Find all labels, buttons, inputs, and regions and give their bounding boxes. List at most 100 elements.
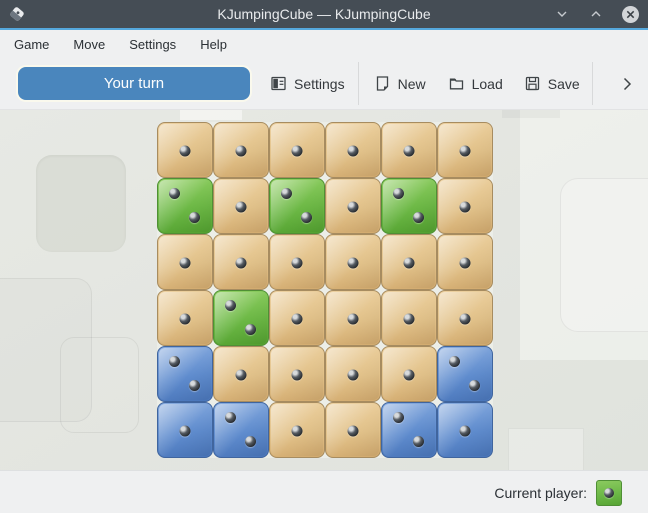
pip	[292, 258, 303, 269]
cube-r1c6[interactable]	[437, 122, 493, 178]
pip	[404, 370, 415, 381]
minimize-button[interactable]	[552, 4, 572, 24]
pip	[404, 258, 415, 269]
cube-r4c5[interactable]	[381, 290, 437, 346]
cube-r6c3[interactable]	[269, 402, 325, 458]
pip	[393, 188, 404, 199]
pip	[236, 202, 247, 213]
pip	[169, 356, 180, 367]
cube-r5c5[interactable]	[381, 346, 437, 402]
cube-r5c4[interactable]	[325, 346, 381, 402]
pip	[469, 380, 480, 391]
toolbar-new-button[interactable]: New	[374, 75, 426, 92]
menu-help[interactable]: Help	[200, 33, 227, 56]
cube-r1c5[interactable]	[381, 122, 437, 178]
toolbar-overflow-button[interactable]	[619, 76, 635, 92]
pip	[189, 380, 200, 391]
cube-r6c4[interactable]	[325, 402, 381, 458]
toolbar-settings-button[interactable]: Settings	[270, 75, 345, 92]
pip	[236, 258, 247, 269]
toolbar-settings-label: Settings	[294, 76, 345, 92]
cube-r1c2[interactable]	[213, 122, 269, 178]
cube-r4c1[interactable]	[157, 290, 213, 346]
cube-r6c2[interactable]	[213, 402, 269, 458]
cube-r6c5[interactable]	[381, 402, 437, 458]
pip	[180, 258, 191, 269]
background-decoration	[502, 110, 560, 118]
cube-r2c4[interactable]	[325, 178, 381, 234]
cube-r2c5[interactable]	[381, 178, 437, 234]
pip	[180, 146, 191, 157]
save-floppy-icon	[524, 75, 541, 92]
statusbar: Current player:	[0, 470, 648, 513]
pip	[460, 314, 471, 325]
cube-r5c1[interactable]	[157, 346, 213, 402]
cube-r2c6[interactable]	[437, 178, 493, 234]
cube-r5c2[interactable]	[213, 346, 269, 402]
pip	[460, 146, 471, 157]
background-decoration	[560, 178, 648, 332]
menu-move[interactable]: Move	[73, 33, 105, 56]
cube-r6c1[interactable]	[157, 402, 213, 458]
kjumpingcube-window: KJumpingCube — KJumpingCube Game Move Se…	[0, 0, 648, 513]
pip	[460, 202, 471, 213]
cube-r4c2[interactable]	[213, 290, 269, 346]
cube-r4c4[interactable]	[325, 290, 381, 346]
cube-r3c4[interactable]	[325, 234, 381, 290]
pip	[281, 188, 292, 199]
maximize-button[interactable]	[586, 4, 606, 24]
app-die-icon	[8, 5, 26, 23]
pip	[189, 212, 200, 223]
pip	[348, 146, 359, 157]
turn-indicator-label: Your turn	[104, 75, 164, 92]
pip	[348, 314, 359, 325]
pip	[245, 324, 256, 335]
cube-r3c2[interactable]	[213, 234, 269, 290]
cube-r1c1[interactable]	[157, 122, 213, 178]
toolbar-save-button[interactable]: Save	[524, 75, 580, 92]
close-button[interactable]	[620, 4, 640, 24]
pip	[413, 436, 424, 447]
cube-r3c5[interactable]	[381, 234, 437, 290]
game-canvas	[0, 110, 648, 470]
cube-r5c6[interactable]	[437, 346, 493, 402]
open-folder-icon	[448, 75, 465, 92]
turn-indicator-button[interactable]: Your turn	[18, 67, 250, 100]
new-document-icon	[374, 75, 391, 92]
toolbar-load-button[interactable]: Load	[448, 75, 503, 92]
pip	[245, 436, 256, 447]
pip	[404, 314, 415, 325]
chevron-right-icon	[619, 76, 635, 92]
menu-settings[interactable]: Settings	[129, 33, 176, 56]
pip	[348, 202, 359, 213]
toolbar: Your turn Settings New Load	[0, 58, 648, 110]
current-player-cube-icon	[596, 480, 622, 506]
pip	[236, 370, 247, 381]
cube-r4c6[interactable]	[437, 290, 493, 346]
cube-r5c3[interactable]	[269, 346, 325, 402]
cube-r1c4[interactable]	[325, 122, 381, 178]
pip	[180, 426, 191, 437]
pip	[604, 488, 614, 498]
close-icon	[621, 5, 640, 24]
pip	[292, 314, 303, 325]
cube-r1c3[interactable]	[269, 122, 325, 178]
menubar: Game Move Settings Help	[0, 30, 648, 58]
cube-r3c1[interactable]	[157, 234, 213, 290]
pip	[292, 146, 303, 157]
cube-r2c1[interactable]	[157, 178, 213, 234]
titlebar: KJumpingCube — KJumpingCube	[0, 0, 648, 30]
cube-r6c6[interactable]	[437, 402, 493, 458]
background-decoration	[508, 428, 584, 470]
cube-r3c6[interactable]	[437, 234, 493, 290]
cube-r2c2[interactable]	[213, 178, 269, 234]
pip	[348, 426, 359, 437]
background-decoration	[180, 110, 242, 120]
pip	[225, 412, 236, 423]
toolbar-new-label: New	[398, 76, 426, 92]
toolbar-load-label: Load	[472, 76, 503, 92]
cube-r3c3[interactable]	[269, 234, 325, 290]
menu-game[interactable]: Game	[14, 33, 49, 56]
cube-r2c3[interactable]	[269, 178, 325, 234]
cube-r4c3[interactable]	[269, 290, 325, 346]
